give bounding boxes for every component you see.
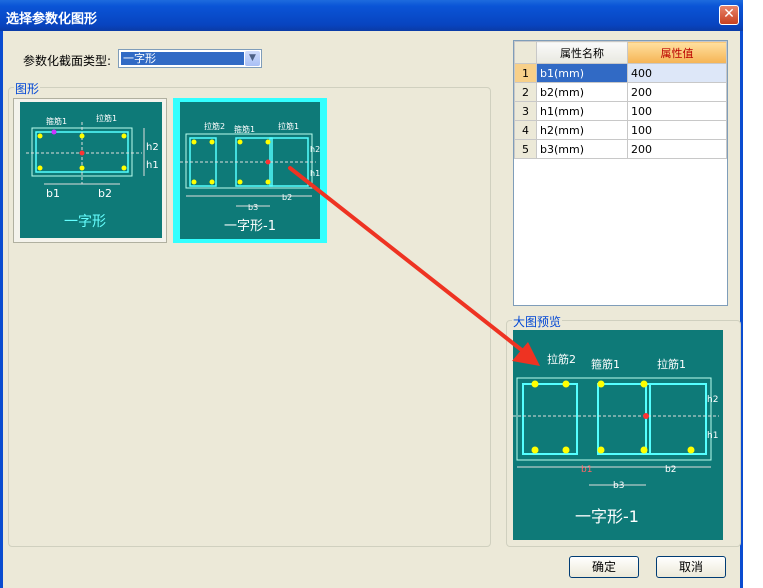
shape-1-h2-label: h2 — [146, 142, 159, 153]
row-number: 5 — [514, 139, 537, 159]
ok-button[interactable]: 确定 — [569, 556, 639, 578]
preview-b1-label: b1 — [581, 465, 592, 475]
chevron-down-icon[interactable]: ▼ — [245, 51, 260, 66]
shape-2-caption: 一字形-1 — [224, 219, 276, 234]
preview-b3-label: b3 — [613, 481, 624, 491]
table-row[interactable]: 4 h2(mm) 100 — [514, 120, 727, 140]
preview-group-label: 大图预览 — [512, 313, 563, 330]
title-bar[interactable]: 选择参数化图形 ✕ — [0, 0, 743, 31]
preview-b2-label: b2 — [665, 465, 676, 475]
column-header-value[interactable]: 属性值 — [627, 41, 727, 64]
property-value-cell[interactable]: 100 — [627, 120, 727, 140]
preview-tie2-label: 拉筋2 — [547, 352, 576, 366]
property-name-cell[interactable]: h1(mm) — [536, 101, 628, 121]
row-header-corner — [514, 41, 537, 64]
table-row[interactable]: 3 h1(mm) 100 — [514, 101, 727, 121]
shape-2-h2-label: h2 — [310, 145, 320, 154]
window-frame-left — [0, 31, 3, 588]
shape-1-tie-label: 拉筋1 — [96, 113, 117, 123]
shape-2-tie2-label: 拉筋2 — [204, 121, 225, 131]
shape-2-b2-label: b2 — [282, 193, 292, 202]
shape-1-b2-label: b2 — [98, 187, 112, 200]
property-grid[interactable]: 属性名称 属性值 1 b1(mm) 400 2 b2(mm) 200 3 h1(… — [513, 40, 728, 306]
row-number: 4 — [514, 120, 537, 140]
property-value-cell[interactable]: 200 — [627, 139, 727, 159]
shape-thumb-2-selected[interactable]: 拉筋2 箍筋1 拉筋1 b2 b3 h2 h1 一字形-1 — [173, 98, 327, 243]
preview-h1-label: h1 — [707, 431, 718, 441]
preview-caption: 一字形-1 — [575, 507, 639, 526]
table-row[interactable]: 2 b2(mm) 200 — [514, 82, 727, 102]
shape-1-stirrup-label: 箍筋1 — [46, 116, 67, 126]
preview-tie-label: 拉筋1 — [657, 357, 686, 371]
preview-stirrup-label: 箍筋1 — [591, 357, 620, 371]
shape-1-caption: 一字形 — [64, 214, 106, 230]
property-name-cell[interactable]: b2(mm) — [536, 82, 628, 102]
preview-image: 拉筋2 箍筋1 拉筋1 b1 b2 b3 h2 h1 一字形-1 — [513, 330, 723, 540]
shape-2-b3-label: b3 — [248, 203, 258, 212]
property-value-cell[interactable]: 100 — [627, 101, 727, 121]
shape-2-h1-label: h1 — [310, 169, 320, 178]
shape-thumb-1[interactable]: b1 b2 箍筋1 拉筋1 h2 h1 一字形 — [13, 98, 167, 243]
shape-2-diagram: 拉筋2 箍筋1 拉筋1 b2 b3 h2 h1 一字形-1 — [180, 121, 320, 234]
column-header-name[interactable]: 属性名称 — [536, 41, 628, 64]
window-title: 选择参数化图形 — [6, 12, 98, 27]
dialog-window: 选择参数化图形 ✕ 参数化截面类型: 一字形 ▼ 图形 b1 b2 箍筋1 拉筋… — [0, 0, 743, 588]
section-type-value: 一字形 — [121, 52, 244, 65]
row-number: 2 — [514, 82, 537, 102]
section-type-select[interactable]: 一字形 ▼ — [118, 49, 262, 68]
property-value-cell[interactable]: 400 — [627, 63, 727, 83]
table-row[interactable]: 5 b3(mm) 200 — [514, 139, 727, 159]
property-value-cell[interactable]: 200 — [627, 82, 727, 102]
table-row[interactable]: 1 b1(mm) 400 — [514, 63, 727, 83]
property-name-cell[interactable]: b3(mm) — [536, 139, 628, 159]
shape-1-h1-label: h1 — [146, 160, 159, 171]
shape-2-tie-label: 拉筋1 — [278, 121, 299, 131]
shape-2-stirrup-label: 箍筋1 — [234, 124, 255, 134]
property-name-cell[interactable]: b1(mm) — [536, 63, 628, 83]
shape-1-b1-label: b1 — [46, 187, 60, 200]
cancel-button[interactable]: 取消 — [656, 556, 726, 578]
close-button[interactable]: ✕ — [719, 5, 739, 25]
shape-1-diagram: b1 b2 箍筋1 拉筋1 h2 h1 一字形 — [26, 113, 159, 230]
preview-diagram: 拉筋2 箍筋1 拉筋1 b1 b2 b3 h2 h1 一字形-1 — [513, 352, 719, 526]
row-number: 1 — [514, 63, 537, 83]
preview-h2-label: h2 — [707, 395, 718, 405]
property-name-cell[interactable]: h2(mm) — [536, 120, 628, 140]
row-number: 3 — [514, 101, 537, 121]
section-type-label: 参数化截面类型: — [23, 54, 112, 68]
shapes-group-label: 图形 — [14, 80, 41, 97]
